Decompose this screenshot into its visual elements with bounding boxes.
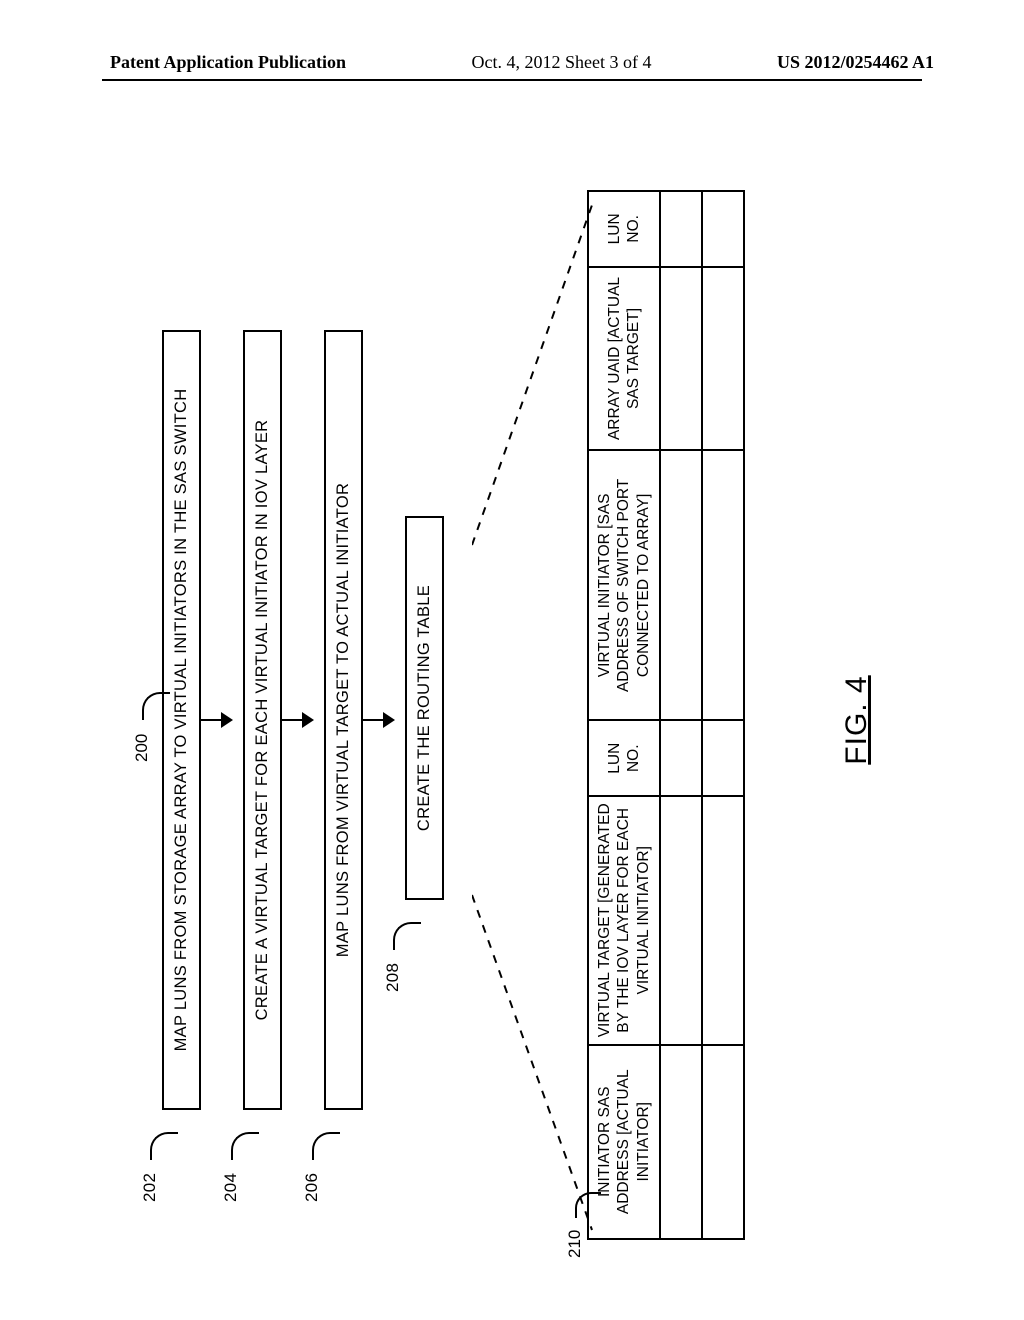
flow-step-202: 202 MAP LUNS FROM STORAGE ARRAY TO VIRTU…: [162, 330, 201, 1110]
header-rule: [102, 79, 922, 81]
ref-208: 208: [383, 963, 403, 992]
figure-4: 200 202 MAP LUNS FROM STORAGE ARRAY TO V…: [132, 170, 892, 1270]
table-row: [702, 191, 744, 1239]
arrow-down-icon: [363, 719, 393, 721]
flow-step-208: 208 CREATE THE ROUTING TABLE: [405, 516, 444, 900]
cell: [660, 796, 702, 1044]
table-row: [660, 191, 702, 1239]
col-header: LUN NO.: [588, 720, 660, 796]
header-left: Patent Application Publication: [110, 52, 346, 73]
cell: [660, 450, 702, 720]
arrow-down-icon: [282, 719, 312, 721]
flow-step-text: MAP LUNS FROM VIRTUAL TARGET TO ACTUAL I…: [334, 483, 352, 957]
routing-table-wrap: 210 INITIATOR SAS ADDRESS [ACTUAL INITIA…: [587, 190, 745, 1240]
cell: [702, 267, 744, 451]
header-row: Patent Application Publication Oct. 4, 2…: [0, 52, 1024, 73]
flow-step-204: 204 CREATE A VIRTUAL TARGET FOR EACH VIR…: [243, 330, 282, 1110]
ref-202: 202: [140, 1173, 160, 1202]
ref-206: 206: [302, 1173, 322, 1202]
cell: [702, 1045, 744, 1239]
cell: [702, 191, 744, 267]
cell: [660, 1045, 702, 1239]
col-header: ARRAY UAID [ACTUAL SAS TARGET]: [588, 267, 660, 451]
table-header-row: INITIATOR SAS ADDRESS [ACTUAL INITIATOR]…: [588, 191, 660, 1239]
col-header: VIRTUAL TARGET [GENERATED BY THE IOV LAY…: [588, 796, 660, 1044]
figure-overall-ref: 200: [132, 734, 152, 762]
flow-step-text: CREATE A VIRTUAL TARGET FOR EACH VIRTUAL…: [253, 420, 271, 1021]
header-center: Oct. 4, 2012 Sheet 3 of 4: [472, 52, 652, 73]
ref-204: 204: [221, 1173, 241, 1202]
arrow-down-icon: [201, 719, 231, 721]
flow-step-text: MAP LUNS FROM STORAGE ARRAY TO VIRTUAL I…: [172, 389, 190, 1052]
flow-step-206: 206 MAP LUNS FROM VIRTUAL TARGET TO ACTU…: [324, 330, 363, 1110]
flow-step-text: CREATE THE ROUTING TABLE: [415, 585, 433, 831]
ref-210: 210: [565, 1230, 585, 1258]
col-header: VIRTUAL INITIATOR [SAS ADDRESS OF SWITCH…: [588, 450, 660, 720]
cell: [660, 267, 702, 451]
cell: [702, 796, 744, 1044]
cell: [660, 191, 702, 267]
figure-caption: FIG. 4: [840, 170, 874, 1270]
col-header: LUN NO.: [588, 191, 660, 267]
flowchart: 202 MAP LUNS FROM STORAGE ARRAY TO VIRTU…: [162, 330, 444, 1110]
page-header: Patent Application Publication Oct. 4, 2…: [0, 52, 1024, 89]
header-right: US 2012/0254462 A1: [777, 52, 934, 73]
cell: [702, 450, 744, 720]
cell: [702, 720, 744, 796]
page: Patent Application Publication Oct. 4, 2…: [0, 0, 1024, 1320]
routing-table: INITIATOR SAS ADDRESS [ACTUAL INITIATOR]…: [587, 190, 745, 1240]
cell: [660, 720, 702, 796]
